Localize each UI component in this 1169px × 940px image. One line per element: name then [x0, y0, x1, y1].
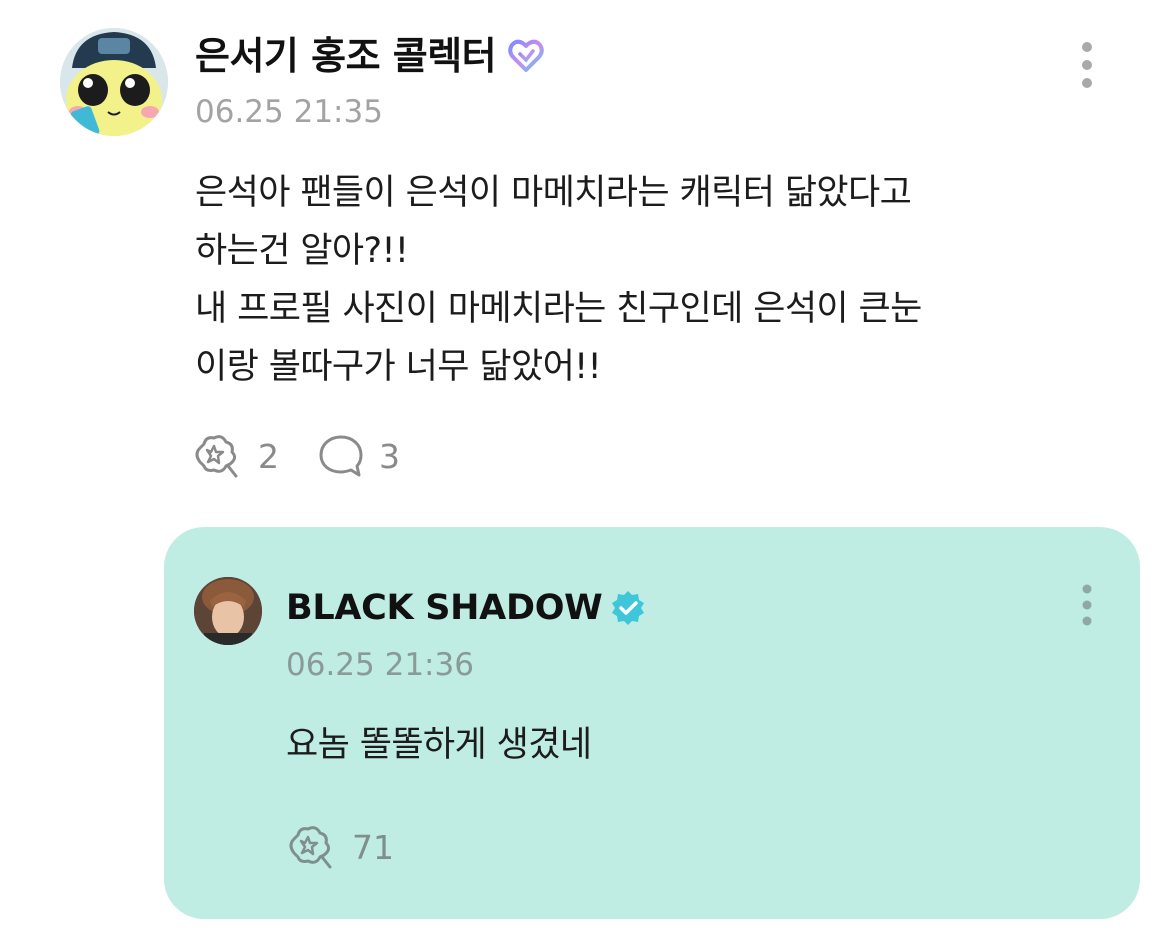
post-body-line: 이랑 볼따구가 너무 닮았어!! — [195, 347, 602, 387]
post-body-line: 은석아 팬들이 은석이 마메치라는 캐릭터 닮았다고 — [195, 173, 912, 213]
main-post: 은서기 홍조 콜렉터 06.25 21:35 은석아 팬들이 은석이 마메치라는… — [0, 0, 1169, 520]
mameshiba-avatar-icon — [60, 28, 168, 136]
profile-photo-icon — [194, 577, 262, 645]
reaction-sticker-icon — [289, 826, 332, 869]
more-options-button[interactable] — [1070, 40, 1104, 94]
reaction-sticker-icon — [195, 435, 238, 478]
comment-count: 3 — [379, 436, 400, 476]
reaction-button[interactable]: 2 — [192, 432, 279, 480]
reply-reaction-button[interactable]: 71 — [286, 823, 394, 871]
comment-button[interactable]: 3 — [317, 433, 400, 479]
gradient-heart-badge-icon — [506, 36, 546, 76]
post-body-line: 내 프로필 사진이 마메치라는 친구인데 은석이 큰눈 — [195, 289, 922, 329]
author-name-text: 은서기 홍조 콜렉터 — [195, 34, 497, 78]
reply-author-name-text: BLACK SHADOW — [286, 588, 603, 628]
verified-check-badge-icon — [608, 588, 648, 628]
reply-more-options-button[interactable] — [1070, 582, 1104, 632]
more-vertical-icon — [1082, 42, 1092, 88]
reply-reaction-count: 71 — [352, 827, 394, 867]
reply-author-avatar[interactable] — [194, 577, 262, 645]
post-body-line: 하는건 알아?!! — [195, 231, 409, 271]
reply-timestamp: 06.25 21:36 — [286, 647, 474, 683]
comment-bubble-icon — [319, 435, 363, 477]
reply-actions: 71 — [286, 823, 432, 871]
post-body: 은석아 팬들이 은석이 마메치라는 캐릭터 닮았다고 하는건 알아?!! 내 프… — [195, 164, 1125, 396]
author-name[interactable]: 은서기 홍조 콜렉터 — [195, 30, 546, 82]
reply-author-name[interactable]: BLACK SHADOW — [286, 583, 648, 633]
reaction-count: 2 — [258, 436, 279, 476]
post-actions: 2 3 — [192, 430, 438, 482]
author-avatar[interactable] — [60, 28, 168, 136]
post-timestamp: 06.25 21:35 — [195, 94, 383, 130]
reply-body: 요놈 똘똘하게 생겼네 — [286, 725, 592, 765]
more-vertical-icon — [1082, 584, 1092, 626]
reply-card: BLACK SHADOW 06.25 21:36 요놈 똘똘하게 생겼네 71 — [164, 527, 1140, 919]
